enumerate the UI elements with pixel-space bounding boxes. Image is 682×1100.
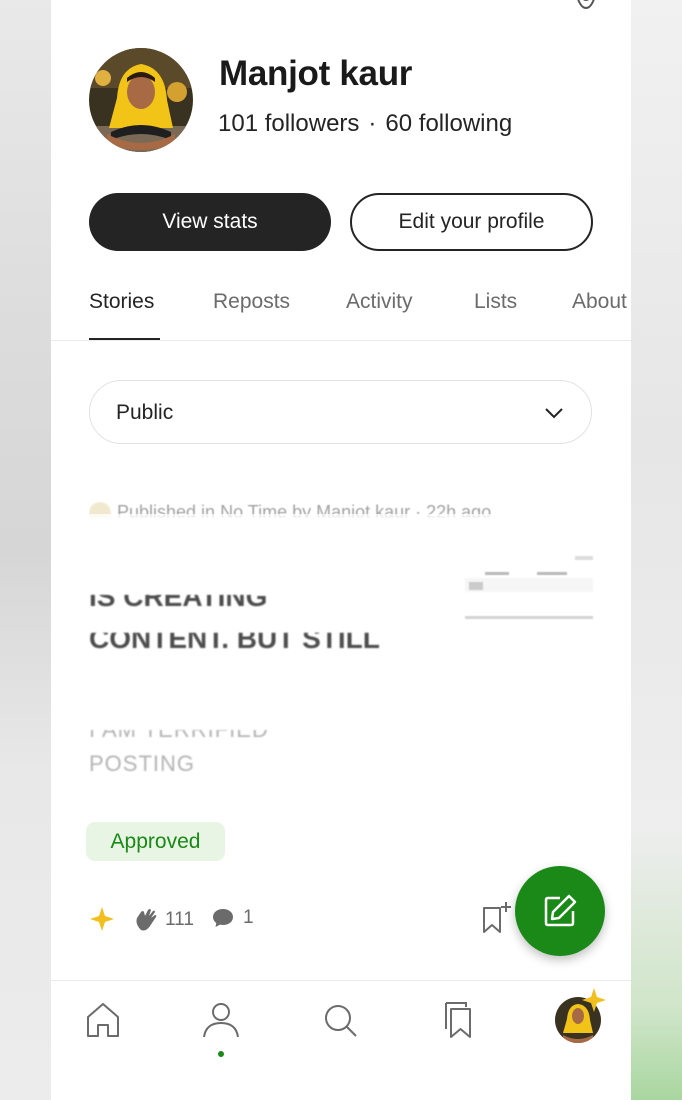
separator-dot: · bbox=[368, 110, 377, 137]
story-title-line-2: CONTENT. BUT STILL bbox=[89, 623, 380, 654]
clap-button[interactable]: 111 bbox=[133, 906, 194, 934]
following-count[interactable]: 60 following bbox=[385, 110, 512, 137]
profile-icon[interactable] bbox=[200, 999, 242, 1041]
profile-tabs: Stories Reposts Activity Lists About bbox=[51, 280, 631, 341]
follow-counts: 101 followers · 60 following bbox=[218, 110, 512, 138]
active-tab-indicator bbox=[89, 338, 160, 340]
tab-reposts[interactable]: Reposts bbox=[213, 290, 290, 314]
write-story-button[interactable] bbox=[515, 866, 605, 956]
tab-about[interactable]: About bbox=[572, 290, 627, 314]
settings-icon[interactable] bbox=[569, 0, 603, 16]
tab-activity[interactable]: Activity bbox=[346, 290, 413, 314]
story-subtitle-line-1: I AM TERRIFIED bbox=[89, 717, 269, 742]
story-title[interactable]: IS CREATING CONTENT. BUT STILL bbox=[89, 576, 439, 660]
sparkle-icon bbox=[90, 907, 114, 931]
filter-selected-value: Public bbox=[116, 401, 174, 424]
home-icon[interactable] bbox=[82, 999, 124, 1041]
search-icon[interactable] bbox=[319, 999, 361, 1041]
profile-screen: Manjot kaur 101 followers · 60 following V… bbox=[51, 0, 631, 1100]
clap-count: 111 bbox=[165, 909, 194, 930]
profile-avatar[interactable] bbox=[89, 48, 193, 152]
tab-stories[interactable]: Stories bbox=[89, 290, 154, 314]
pencil-edit-icon bbox=[544, 894, 577, 927]
response-count: 1 bbox=[243, 907, 254, 928]
clap-icon bbox=[136, 909, 157, 931]
tab-lists[interactable]: Lists bbox=[474, 290, 517, 314]
edit-profile-button[interactable]: Edit your profile bbox=[350, 193, 593, 251]
view-stats-button[interactable]: View stats bbox=[89, 193, 331, 251]
followers-count[interactable]: 101 followers bbox=[218, 110, 359, 137]
responses-button[interactable]: 1 bbox=[211, 906, 254, 930]
visibility-filter-dropdown[interactable]: Public bbox=[89, 380, 592, 444]
background-left bbox=[0, 0, 51, 1100]
bookmark-add-icon[interactable] bbox=[480, 900, 514, 936]
story-fade-overlay bbox=[89, 514, 593, 534]
avatar-image bbox=[89, 48, 193, 152]
story-card[interactable]: Published in No Time by Manjot kaur · 22… bbox=[89, 488, 593, 808]
story-title-line-1: IS CREATING bbox=[89, 581, 268, 612]
story-thumbnail[interactable] bbox=[465, 554, 593, 634]
story-subtitle: I AM TERRIFIED POSTING bbox=[89, 713, 389, 781]
profile-name: Manjot kaur bbox=[219, 54, 413, 93]
comment-icon bbox=[213, 909, 233, 927]
background-right bbox=[631, 0, 682, 1100]
bottom-navigation bbox=[51, 980, 631, 1100]
story-subtitle-line-2: POSTING bbox=[89, 751, 196, 776]
status-badge-approved: Approved bbox=[86, 822, 225, 861]
active-nav-indicator bbox=[218, 1051, 224, 1057]
chevron-down-icon bbox=[545, 408, 563, 419]
bookmarks-icon[interactable] bbox=[436, 999, 478, 1041]
sparkle-icon bbox=[582, 988, 606, 1012]
